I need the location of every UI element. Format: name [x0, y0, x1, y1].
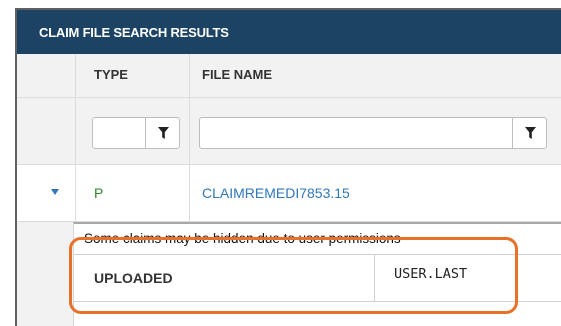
file-name-filter-cell: [189, 98, 561, 164]
row-expand-cell[interactable]: [17, 165, 75, 221]
file-name-filter-button[interactable]: [512, 117, 547, 149]
claim-file-search-results-panel: CLAIM FILE SEARCH RESULTS TYPE FILE NAME: [15, 8, 561, 326]
uploaded-label: UPLOADED: [94, 270, 173, 286]
row-file-name-cell: CLAIMREMEDI7853.15: [189, 165, 561, 221]
results-grid: TYPE FILE NAME P CLAIMREMEDI7853.15 Some…: [17, 54, 561, 326]
file-name-link[interactable]: CLAIMREMEDI7853.15: [202, 185, 350, 201]
detail-field-row: UPLOADED USER.LAST: [74, 254, 561, 302]
file-name-column-label: FILE NAME: [202, 67, 273, 82]
filter-icon: [157, 127, 169, 139]
caret-down-icon[interactable]: [51, 189, 59, 195]
filter-icon: [524, 127, 536, 139]
detail-divider: [374, 255, 375, 301]
type-filter-button[interactable]: [145, 117, 180, 149]
type-filter-wrapper: [92, 117, 180, 149]
row-type-value: P: [94, 185, 104, 201]
expand-column-header: [17, 54, 75, 97]
filter-spacer: [17, 98, 75, 164]
type-column-header[interactable]: TYPE: [75, 54, 189, 97]
filter-row: [17, 98, 561, 165]
file-name-column-header[interactable]: FILE NAME: [189, 54, 561, 97]
row-detail-panel: Some claims may be hidden due to user pe…: [73, 222, 561, 326]
file-name-filter-wrapper: [199, 117, 547, 149]
row-type-cell: P: [75, 165, 189, 221]
uploaded-by-value: USER.LAST: [394, 266, 468, 282]
grid-header-row: TYPE FILE NAME: [17, 54, 561, 98]
table-row[interactable]: P CLAIMREMEDI7853.15: [17, 165, 561, 222]
type-column-label: TYPE: [94, 67, 128, 82]
type-filter-cell: [75, 98, 189, 164]
permissions-notice: Some claims may be hidden due to user pe…: [84, 231, 401, 246]
panel-title: CLAIM FILE SEARCH RESULTS: [17, 10, 561, 54]
